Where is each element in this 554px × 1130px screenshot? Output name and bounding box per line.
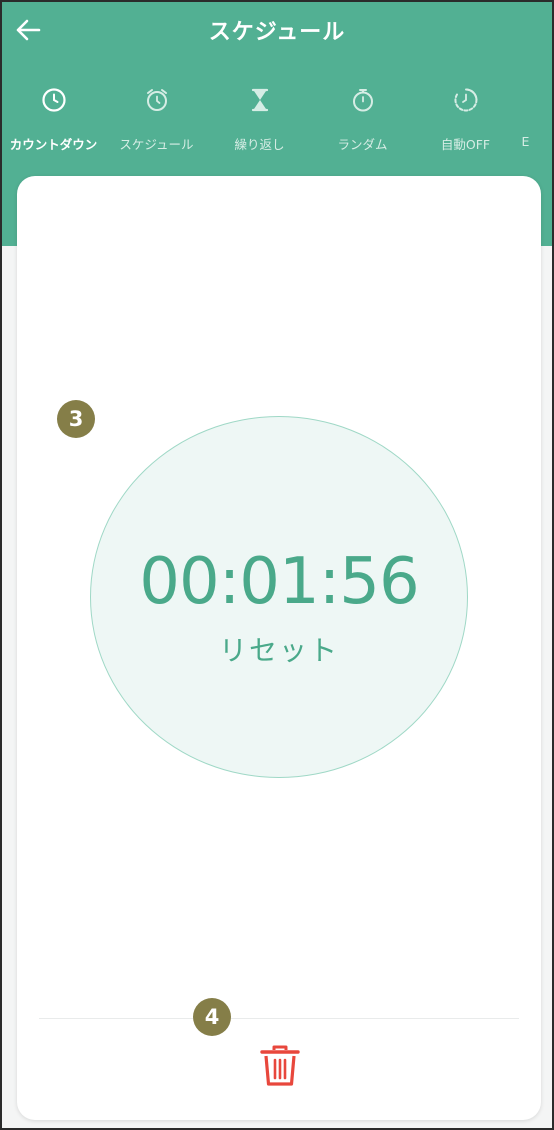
timer-card: 3 00:01:56 リセット 4 xyxy=(17,176,541,1120)
clock-icon xyxy=(40,86,68,114)
tab-repeat-label: 繰り返し xyxy=(234,137,285,152)
tab-random[interactable]: ランダム xyxy=(311,86,414,158)
tab-partial[interactable]: E xyxy=(517,86,552,158)
hourglass-icon xyxy=(246,86,274,114)
reset-button[interactable]: リセット xyxy=(91,629,467,669)
countdown-timer-circle[interactable]: 00:01:56 リセット xyxy=(90,416,468,778)
page-title: スケジュール xyxy=(208,20,346,45)
step-marker-3: 3 xyxy=(57,400,95,438)
tab-auto-off[interactable]: 自動OFF xyxy=(414,86,517,158)
tab-partial-label: E xyxy=(521,134,530,149)
countdown-time: 00:01:56 xyxy=(139,545,419,619)
tab-countdown[interactable]: カウントダウン xyxy=(2,86,105,158)
tab-random-label: ランダム xyxy=(337,137,388,152)
step-marker-4: 4 xyxy=(193,998,231,1036)
trash-icon xyxy=(260,1045,300,1086)
tab-auto-off-label: 自動OFF xyxy=(440,137,491,152)
delete-button[interactable] xyxy=(255,1042,305,1090)
stopwatch-icon xyxy=(349,86,377,114)
alarm-clock-icon xyxy=(143,86,171,114)
tab-repeat[interactable]: 繰り返し xyxy=(208,86,311,158)
tab-bar: カウントダウン スケジュール 繰り返し ランダム 自動OFF E xyxy=(2,86,552,158)
tab-countdown-label: カウントダウン xyxy=(9,137,98,152)
footer-divider xyxy=(39,1018,519,1019)
app-screen: スケジュール カウントダウン スケジュール 繰り返し ランダム 自動OFF E … xyxy=(0,0,554,1130)
timer-off-icon xyxy=(452,86,480,114)
tab-schedule[interactable]: スケジュール xyxy=(105,86,208,158)
tab-schedule-label: スケジュール xyxy=(119,137,194,152)
